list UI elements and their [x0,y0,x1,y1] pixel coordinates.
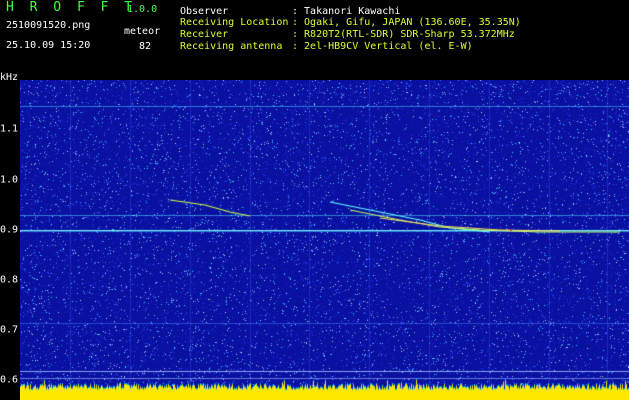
info-label-location: Receiving Location [180,17,289,28]
info-value-antenna: : 2el-HB9CV Vertical (el. E-W) [292,41,473,52]
meteor-label: meteor [124,26,161,37]
meteor-count: 82 [139,41,152,52]
spectrogram-plot [20,80,629,400]
y-tick-0.8: 0.8 [0,274,19,286]
capture-filename: 2510091520.png [6,20,91,31]
y-tick-1.1: 1.1 [0,123,19,135]
app-title: H R O F F T [6,0,137,15]
header-panel: H R O F F T 1.0.0 2510091520.png 25.10.0… [0,0,629,72]
info-value-location: : Ogaki, Gifu, JAPAN (136.60E, 35.35N) [292,17,521,28]
info-label-receiver: Receiver [180,29,229,40]
y-axis-unit: kHz [0,72,19,83]
y-tick-0.7: 0.7 [0,324,19,336]
y-tick-1.0: 1.0 [0,174,19,186]
capture-timestamp: 25.10.09 15:20 [6,40,91,51]
y-tick-0.6: 0.6 [0,374,19,386]
info-value-receiver: : R820T2(RTL-SDR) SDR-Sharp 53.372MHz [292,29,515,40]
info-label-antenna: Receiving antenna [180,41,283,52]
y-tick-0.9: 0.9 [0,224,19,236]
spectrogram-canvas [20,80,629,400]
app-version: 1.0.0 [127,4,158,15]
